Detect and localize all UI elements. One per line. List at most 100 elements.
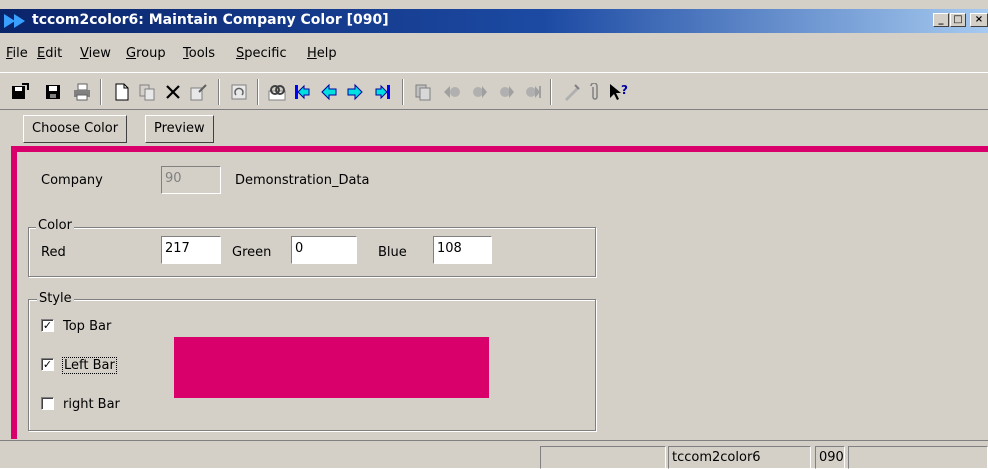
group-extra-button[interactable]	[522, 81, 544, 103]
group-previous-icon	[444, 86, 460, 98]
title-bar[interactable]: tccom2color6: Maintain Company Color [09…	[0, 9, 988, 33]
last-record-button[interactable]	[372, 81, 394, 103]
new-icon	[115, 83, 129, 101]
left-bar-label[interactable]: Left Bar	[62, 357, 117, 374]
group-first-button[interactable]	[412, 81, 434, 103]
save-and-exit-button[interactable]	[9, 81, 31, 103]
tab-strip: Choose Color Preview	[13, 114, 988, 144]
next-record-button[interactable]	[344, 81, 366, 103]
menu-group[interactable]: Group	[126, 46, 166, 61]
attachment-button[interactable]	[584, 81, 606, 103]
menu-tools-label: ools	[188, 46, 216, 61]
menu-view-label: iew	[88, 46, 111, 61]
first-record-icon	[295, 84, 310, 100]
red-field[interactable]: 217	[161, 236, 221, 264]
minimize-button[interactable]: _	[933, 13, 949, 27]
company-field: 90	[161, 166, 221, 194]
status-extra	[848, 446, 988, 469]
mark-button[interactable]	[561, 81, 583, 103]
left-color-bar	[11, 152, 17, 439]
next-record-icon	[347, 83, 363, 101]
previous-record-button[interactable]	[318, 81, 340, 103]
close-button[interactable]: ×	[970, 13, 988, 27]
green-label: Green	[232, 245, 272, 260]
find-icon	[268, 85, 286, 101]
save-button[interactable]	[42, 81, 64, 103]
group-last-icon	[500, 86, 514, 98]
color-group-label: Color	[36, 218, 74, 233]
menu-edit-label: dit	[45, 46, 63, 61]
group-extra-icon	[526, 86, 541, 98]
top-bar-checkbox[interactable]: ✓	[41, 319, 54, 332]
save-and-exit-icon	[12, 83, 29, 99]
menu-help-label: elp	[316, 46, 337, 61]
blue-field[interactable]: 108	[433, 236, 492, 264]
duplicate-button[interactable]	[136, 81, 158, 103]
top-color-bar	[11, 146, 988, 152]
menu-view[interactable]: View	[80, 46, 111, 61]
menu-edit[interactable]: Edit	[37, 46, 62, 61]
group-previous-button[interactable]	[441, 81, 463, 103]
check-icon: ✓	[42, 319, 53, 332]
menu-group-label: roup	[136, 46, 166, 61]
toolbar-separator	[218, 79, 220, 105]
last-record-icon	[375, 84, 390, 100]
edit-icon	[190, 84, 207, 101]
close-icon: ×	[974, 14, 984, 25]
application-window: tccom2color6: Maintain Company Color [09…	[0, 0, 988, 469]
red-label: Red	[41, 245, 66, 260]
maximize-button[interactable]: □	[950, 13, 966, 27]
toolbar-separator	[402, 79, 404, 105]
maximize-icon: □	[953, 14, 963, 25]
group-next-button[interactable]	[468, 81, 490, 103]
new-button[interactable]	[111, 81, 133, 103]
mark-icon	[565, 84, 580, 101]
tab-choose-color[interactable]: Choose Color	[23, 115, 128, 143]
style-group-label: Style	[37, 291, 74, 306]
print-button[interactable]	[71, 81, 93, 103]
menu-view-accesskey: V	[80, 46, 89, 61]
menu-specific-label: pecific	[244, 46, 287, 61]
status-company: 090	[815, 446, 845, 469]
minimize-icon: _	[938, 14, 944, 25]
help-button[interactable]: ?	[608, 81, 630, 103]
menu-edit-accesskey: E	[37, 46, 46, 61]
menu-help[interactable]: Help	[307, 46, 337, 61]
refresh-button[interactable]	[228, 81, 250, 103]
status-message	[540, 446, 666, 469]
attachment-icon	[590, 83, 598, 100]
company-description: Demonstration_Data	[235, 173, 370, 188]
menu-specific[interactable]: Specific	[236, 46, 287, 61]
status-session: tccom2color6	[668, 446, 811, 469]
top-bar-label[interactable]: Top Bar	[63, 319, 111, 334]
left-bar-checkbox[interactable]: ✓	[41, 358, 54, 371]
toolbar: ?	[0, 72, 988, 110]
group-next-icon	[473, 86, 487, 98]
first-record-button[interactable]	[291, 81, 313, 103]
menu-tools[interactable]: Tools	[183, 46, 215, 61]
group-last-button[interactable]	[495, 81, 517, 103]
app-icon	[3, 13, 29, 29]
help-icon: ?	[610, 83, 628, 100]
toolbar-separator	[550, 79, 552, 105]
previous-record-icon	[321, 83, 337, 101]
tab-preview[interactable]: Preview	[145, 115, 214, 143]
check-icon: ✓	[42, 358, 53, 371]
save-icon	[46, 85, 60, 99]
duplicate-icon	[139, 84, 155, 101]
green-field[interactable]: 0	[291, 236, 357, 264]
right-bar-label[interactable]: right Bar	[63, 397, 120, 412]
menu-file[interactable]: File	[6, 46, 28, 61]
menu-file-label: ile	[12, 46, 28, 61]
right-bar-checkbox[interactable]	[41, 397, 54, 410]
delete-button[interactable]	[162, 81, 184, 103]
edit-button[interactable]	[188, 81, 210, 103]
window-title: tccom2color6: Maintain Company Color [09…	[32, 12, 389, 28]
status-bar: tccom2color6 090	[0, 440, 988, 469]
print-icon	[74, 83, 90, 101]
blue-label: Blue	[378, 245, 407, 260]
menu-help-accesskey: H	[307, 46, 317, 61]
company-label: Company	[41, 173, 103, 188]
find-button[interactable]	[266, 81, 288, 103]
svg-text:?: ?	[621, 83, 628, 97]
